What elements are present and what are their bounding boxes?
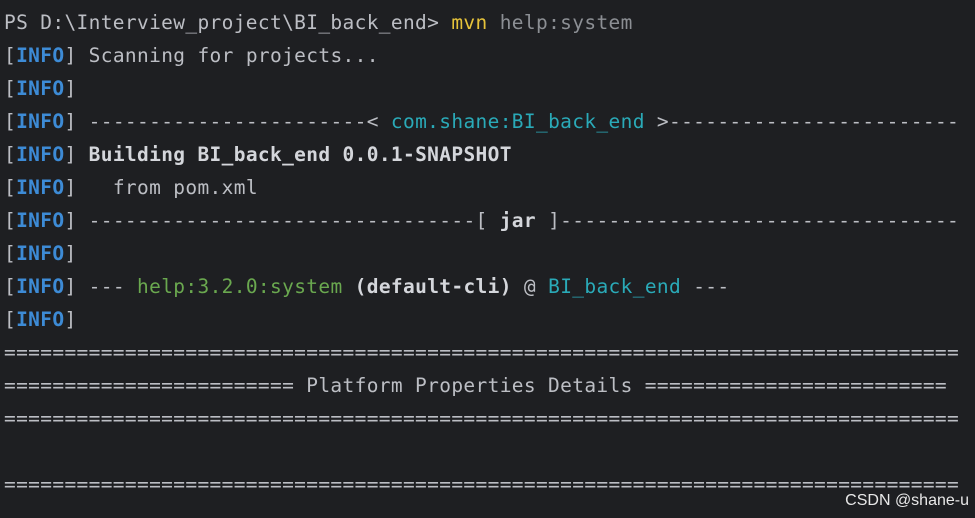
execution-id: (default-cli): [354, 275, 512, 298]
watermark: CSDN @shane-u: [845, 492, 969, 509]
plugin-suffix: ---: [693, 275, 730, 298]
project-name: BI_back_end: [548, 275, 682, 298]
plugin-goal: help:3.2.0:system: [137, 275, 343, 298]
plugin-prefix: ---: [88, 275, 138, 298]
banner-rule-right: =========================: [632, 374, 948, 397]
log-line: [INFO]: [4, 242, 77, 265]
info-tag: INFO: [16, 242, 65, 265]
log-line: [INFO]: [4, 77, 77, 100]
log-line: [INFO] --- help:3.2.0:system (default-cl…: [4, 275, 730, 298]
terminal-window[interactable]: PS D:\Interview_project\BI_back_end> mvn…: [0, 0, 975, 518]
artifact-id: com.shane:BI_back_end: [390, 110, 645, 133]
info-tag: INFO: [16, 44, 65, 67]
log-line: [INFO] -----------------------< com.shan…: [4, 110, 960, 133]
banner-title: Platform Properties Details: [306, 374, 633, 397]
banner-rule: ========================================…: [4, 407, 960, 430]
info-tag: INFO: [16, 143, 65, 166]
log-line: [INFO]: [4, 308, 77, 331]
banner-line: ========================================…: [0, 402, 975, 435]
prompt-path: PS D:\Interview_project\BI_back_end>: [4, 11, 440, 34]
packaging-type: jar: [499, 209, 536, 232]
at-sign: @: [523, 275, 537, 298]
prompt-line: PS D:\Interview_project\BI_back_end> mvn…: [0, 6, 975, 39]
separator-right: ]---------------------------------: [536, 209, 960, 232]
banner-line: ========================================…: [0, 336, 975, 369]
command-name: mvn: [451, 11, 488, 34]
banner-rule: ========================================…: [4, 473, 960, 496]
banner-rule: ========================================…: [4, 341, 960, 364]
info-tag: INFO: [16, 77, 65, 100]
build-title: Building BI_back_end 0.0.1-SNAPSHOT: [88, 143, 512, 166]
info-tag: INFO: [16, 275, 65, 298]
log-line: [INFO] Scanning for projects...: [4, 44, 379, 67]
log-line: [INFO] Building BI_back_end 0.0.1-SNAPSH…: [4, 143, 512, 166]
banner-rule-left: ========================: [4, 374, 307, 397]
info-tag: INFO: [16, 110, 65, 133]
log-text: from pom.xml: [88, 176, 258, 199]
log-line: [INFO] --------------------------------[…: [4, 209, 960, 232]
info-tag: INFO: [16, 308, 65, 331]
info-tag: INFO: [16, 176, 65, 199]
separator-left: --------------------------------[: [88, 209, 500, 232]
separator-right: >------------------------: [644, 110, 960, 133]
separator-left: -----------------------<: [88, 110, 391, 133]
log-line: [INFO] from pom.xml: [4, 176, 258, 199]
banner-title-line: ======================== Platform Proper…: [0, 369, 975, 402]
command-args: help:system: [499, 11, 633, 34]
log-text: Scanning for projects...: [88, 44, 379, 67]
banner-line: ========================================…: [0, 468, 975, 501]
info-tag: INFO: [16, 209, 65, 232]
